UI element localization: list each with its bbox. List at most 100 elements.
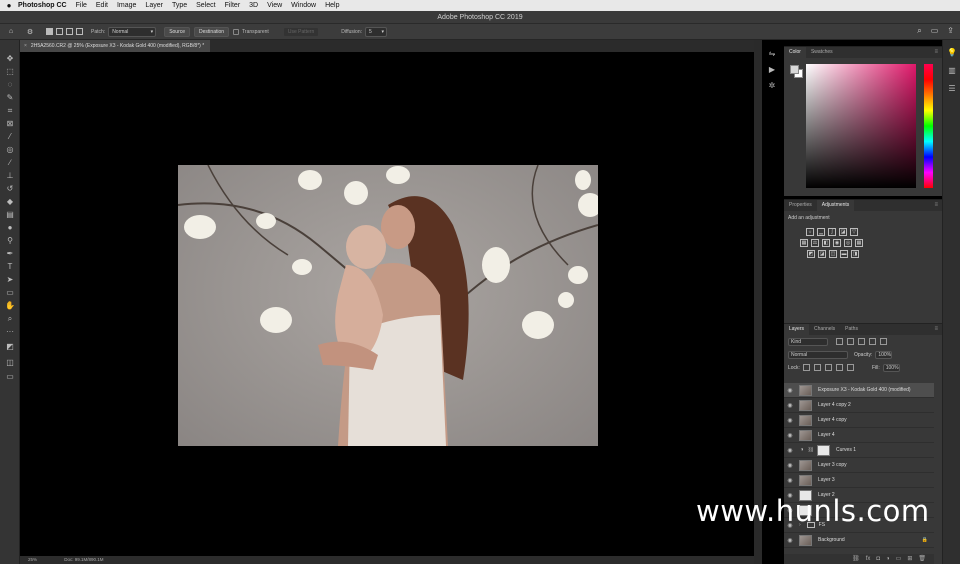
trash-icon[interactable]: 🗑 bbox=[918, 554, 926, 564]
layer-row[interactable]: ◉ Layer 3 copy bbox=[784, 458, 934, 473]
lock-all-icon[interactable] bbox=[846, 364, 854, 371]
hue-slider[interactable] bbox=[924, 64, 933, 188]
home-icon[interactable]: ⌂ bbox=[6, 27, 16, 37]
levels-icon[interactable]: ▁ bbox=[817, 228, 825, 236]
menu-file[interactable]: File bbox=[76, 2, 87, 9]
apple-icon[interactable]: ● bbox=[0, 1, 18, 10]
visibility-eye-icon[interactable]: ◉ bbox=[784, 432, 796, 439]
filter-shape-icon[interactable] bbox=[869, 338, 876, 345]
crop-tool-icon[interactable]: ⌗ bbox=[4, 106, 16, 116]
link-layers-icon[interactable]: ⛓ bbox=[852, 554, 860, 564]
destination-button[interactable]: Destination bbox=[194, 26, 230, 37]
visibility-eye-icon[interactable]: ◉ bbox=[784, 417, 796, 424]
layer-row[interactable]: ◉ ◑ ⛓ Curves 1 bbox=[784, 443, 934, 458]
lock-pixels-icon[interactable] bbox=[802, 364, 810, 371]
history-brush-tool-icon[interactable]: ↺ bbox=[4, 184, 16, 194]
menu-view[interactable]: View bbox=[267, 2, 282, 9]
color-swatches-icon[interactable]: ◩ bbox=[4, 342, 16, 352]
filter-smart-icon[interactable] bbox=[880, 338, 887, 345]
lock-artboard-icon[interactable] bbox=[835, 364, 843, 371]
foreground-color-swatch[interactable] bbox=[790, 65, 799, 74]
menu-app-name[interactable]: Photoshop CC bbox=[18, 2, 67, 9]
more-tools-icon[interactable]: ··· bbox=[4, 327, 16, 337]
frame-tool-icon[interactable]: ⊠ bbox=[4, 119, 16, 129]
curves-icon[interactable]: ∫ bbox=[828, 228, 836, 236]
lock-paint-icon[interactable] bbox=[813, 364, 821, 371]
screen-mode-icon[interactable]: ▭ bbox=[4, 372, 16, 382]
selective-color-icon[interactable]: ◨ bbox=[851, 250, 859, 258]
tab-channels[interactable]: Channels bbox=[809, 324, 840, 335]
color-balance-icon[interactable]: ⚖ bbox=[811, 239, 819, 247]
move-tool-icon[interactable]: ✥ bbox=[4, 54, 16, 64]
menu-select[interactable]: Select bbox=[196, 2, 215, 9]
fx-icon[interactable]: fx bbox=[866, 554, 871, 564]
panel-menu-icon[interactable]: ≡ bbox=[934, 324, 938, 335]
use-pattern-button[interactable]: Use Pattern bbox=[282, 26, 320, 37]
menu-3d[interactable]: 3D bbox=[249, 2, 258, 9]
brightness-contrast-icon[interactable]: ☼ bbox=[806, 228, 814, 236]
path-select-tool-icon[interactable]: ➤ bbox=[4, 275, 16, 285]
lasso-tool-icon[interactable]: ◌ bbox=[4, 80, 16, 90]
add-selection-icon[interactable] bbox=[56, 28, 63, 35]
zoom-level[interactable]: 25% bbox=[28, 557, 37, 562]
layer-row[interactable]: ◉ Layer 3 bbox=[784, 473, 934, 488]
diffusion-select[interactable]: 5 bbox=[365, 26, 387, 37]
subtract-selection-icon[interactable] bbox=[66, 28, 73, 35]
brush-tool-icon[interactable]: ∕ bbox=[4, 158, 16, 168]
tab-color[interactable]: Color bbox=[784, 47, 806, 58]
new-selection-icon[interactable] bbox=[46, 28, 53, 35]
libraries-icon[interactable]: ▥ bbox=[947, 66, 957, 76]
properties-icon[interactable]: ☰ bbox=[947, 84, 957, 94]
filter-kind-select[interactable]: Kind bbox=[788, 337, 828, 346]
shape-tool-icon[interactable]: ▭ bbox=[4, 288, 16, 298]
tab-adjustments[interactable]: Adjustments bbox=[816, 200, 855, 211]
share-icon[interactable]: ⇪ bbox=[947, 26, 954, 36]
tab-layers[interactable]: Layers bbox=[784, 324, 810, 335]
quick-select-tool-icon[interactable]: ✎ bbox=[4, 93, 16, 103]
patch-tool-icon-active[interactable]: ◎ bbox=[4, 145, 16, 155]
quick-mask-icon[interactable]: ◫ bbox=[4, 358, 16, 368]
new-group-icon[interactable]: ▭ bbox=[896, 554, 902, 564]
type-tool-icon[interactable]: T bbox=[4, 262, 16, 272]
menu-image[interactable]: Image bbox=[117, 2, 136, 9]
dodge-tool-icon[interactable]: ⚲ bbox=[4, 236, 16, 246]
add-mask-icon[interactable]: ◘ bbox=[876, 554, 880, 564]
visibility-eye-icon[interactable]: ◉ bbox=[784, 447, 796, 454]
visibility-eye-icon[interactable]: ◉ bbox=[784, 462, 796, 469]
layer-row[interactable]: ◉ Exposure X3 - Kodak Gold 400 (modified… bbox=[784, 383, 934, 398]
layer-mask-thumbnail[interactable] bbox=[816, 444, 830, 456]
doc-info[interactable]: Doc: 99.1M/890.1M bbox=[64, 557, 103, 562]
marquee-tool-icon[interactable]: ⬚ bbox=[4, 67, 16, 77]
hand-tool-icon[interactable]: ✋ bbox=[4, 301, 16, 311]
gradient-tool-icon[interactable]: ▤ bbox=[4, 210, 16, 220]
black-white-icon[interactable]: ◧ bbox=[822, 239, 830, 247]
tab-swatches[interactable]: Swatches bbox=[806, 47, 838, 58]
hue-saturation-icon[interactable]: ▦ bbox=[800, 239, 808, 247]
layer-row[interactable]: ◉ Layer 4 copy bbox=[784, 413, 934, 428]
tool-presets-icon[interactable]: ✲ bbox=[766, 80, 778, 92]
stamp-tool-icon[interactable]: ⊥ bbox=[4, 171, 16, 181]
new-adjustment-icon[interactable]: ◑ bbox=[886, 554, 890, 564]
posterize-icon[interactable]: ◪ bbox=[818, 250, 826, 258]
layer-row[interactable]: ◉ Background 🔒 bbox=[784, 533, 934, 548]
patch-tool-icon[interactable]: ⚙ bbox=[25, 27, 35, 37]
zoom-tool-icon[interactable]: ⌕ bbox=[4, 314, 16, 324]
gradient-map-icon[interactable]: ▬ bbox=[840, 250, 848, 258]
tab-paths[interactable]: Paths bbox=[840, 324, 863, 335]
search-icon[interactable]: ⌕ bbox=[917, 26, 921, 36]
invert-icon[interactable]: ◩ bbox=[807, 250, 815, 258]
canvas-area[interactable] bbox=[20, 52, 754, 556]
link-icon[interactable]: ⛓ bbox=[808, 447, 814, 453]
filter-pixel-icon[interactable] bbox=[836, 338, 843, 345]
filter-adjustment-icon[interactable] bbox=[847, 338, 854, 345]
visibility-eye-icon[interactable]: ◉ bbox=[784, 477, 796, 484]
tab-properties[interactable]: Properties bbox=[784, 200, 817, 211]
threshold-icon[interactable]: ◫ bbox=[829, 250, 837, 258]
new-layer-icon[interactable]: ⊞ bbox=[907, 554, 912, 564]
layer-row[interactable]: ◉ Layer 4 bbox=[784, 428, 934, 443]
actions-icon[interactable]: ▶ bbox=[766, 64, 778, 76]
visibility-eye-icon[interactable]: ◉ bbox=[784, 402, 796, 409]
menu-window[interactable]: Window bbox=[291, 2, 316, 9]
photo-image[interactable] bbox=[178, 165, 598, 446]
layer-row[interactable]: ◉ Layer 4 copy 2 bbox=[784, 398, 934, 413]
